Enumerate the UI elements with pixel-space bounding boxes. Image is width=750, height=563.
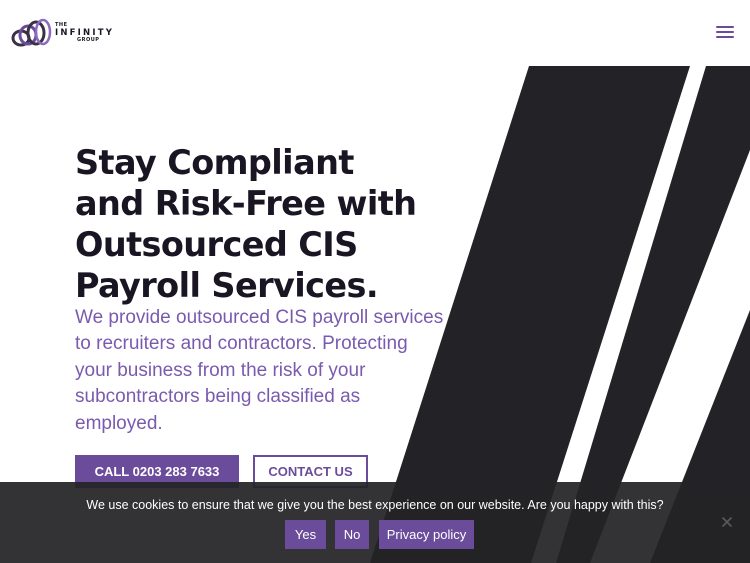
logo-wordmark: THE INFINITY GROUP <box>55 21 115 44</box>
hero-subtitle-line: employed. <box>75 412 163 434</box>
hero-title: Stay Compliant and Risk-Free with Outsou… <box>75 142 435 306</box>
logo-line-3: GROUP <box>77 37 100 44</box>
cookie-message: We use cookies to ensure that we give yo… <box>86 498 664 512</box>
hamburger-menu-icon[interactable] <box>714 23 736 41</box>
logo-line-2: INFINITY <box>55 27 115 38</box>
hero-title-line: Stay Compliant <box>75 143 354 182</box>
menu-bar <box>716 31 734 33</box>
cookie-consent-bar: We use cookies to ensure that we give yo… <box>0 482 750 563</box>
site-header: THE INFINITY GROUP <box>0 0 750 66</box>
close-icon[interactable] <box>719 514 735 530</box>
hero-subtitle-line: your business from the risk of your <box>75 359 366 381</box>
privacy-policy-button[interactable]: Privacy policy <box>379 520 474 549</box>
logo-line-1: THE <box>55 21 68 28</box>
hero-subtitle-line: to recruiters and contractors. Protectin… <box>75 333 408 355</box>
hero-subtitle: We provide outsourced CIS payroll servic… <box>75 305 444 437</box>
cookie-no-button[interactable]: No <box>335 520 369 549</box>
infinity-group-logo[interactable]: THE INFINITY GROUP <box>11 16 121 50</box>
cookie-yes-button[interactable]: Yes <box>285 520 326 549</box>
hero-title-line: Outsourced CIS <box>75 225 358 264</box>
hero-title-line: Payroll Services. <box>75 266 379 305</box>
hero-subtitle-line: We provide outsourced CIS payroll servic… <box>75 307 444 328</box>
menu-bar <box>716 26 734 28</box>
hero-subtitle-line: subcontractors being classified as <box>75 386 361 408</box>
infinity-logo-icon <box>11 18 52 47</box>
hero-title-line: and Risk-Free with <box>75 184 417 223</box>
menu-bar <box>716 36 734 38</box>
